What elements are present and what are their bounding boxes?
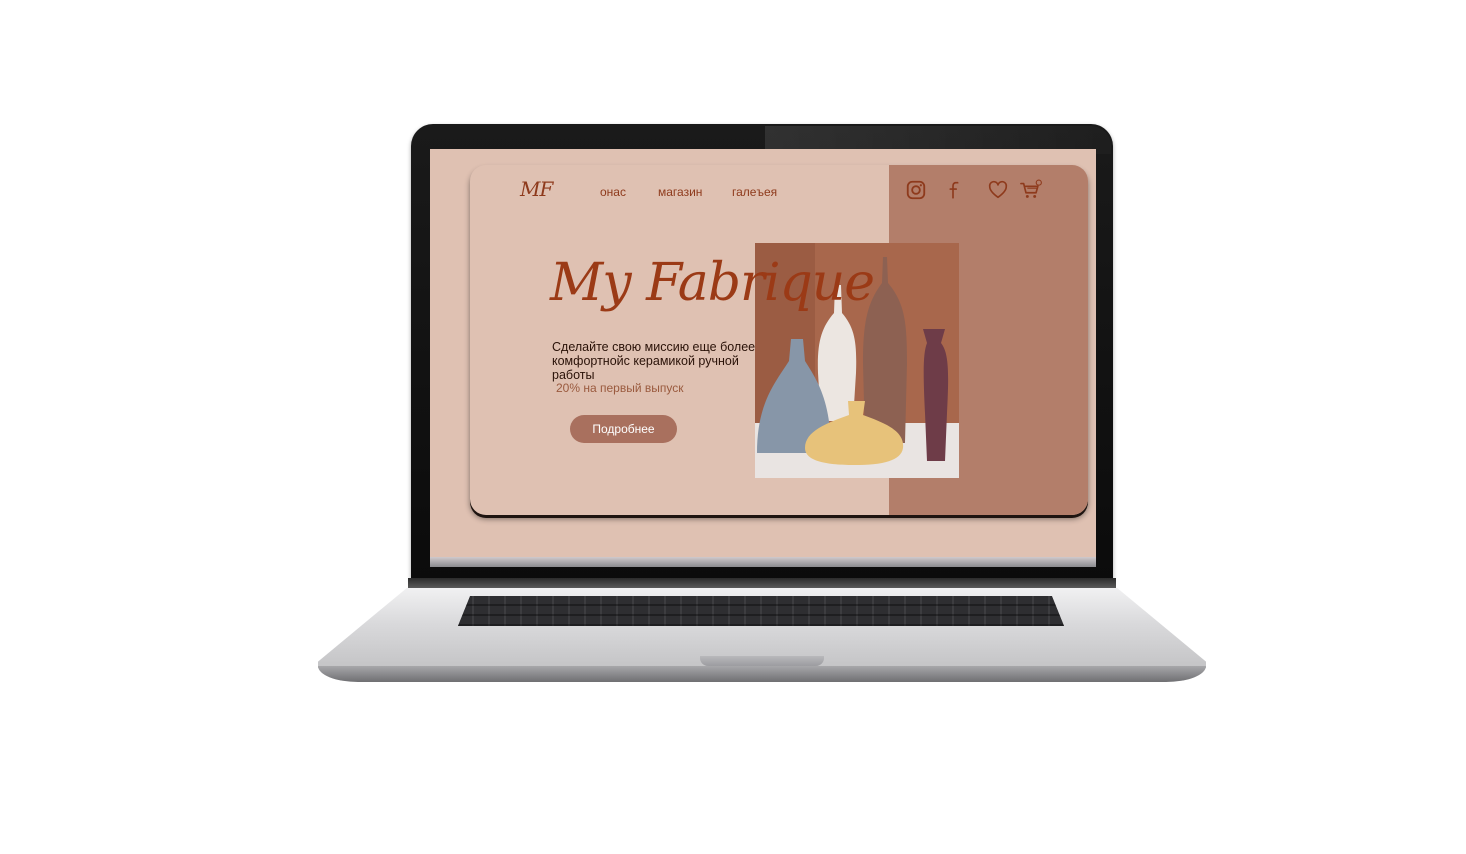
instagram-icon[interactable] xyxy=(905,179,927,201)
site-logo[interactable]: MF xyxy=(520,177,553,201)
laptop-base-lip xyxy=(318,666,1206,682)
hero-subtitle: Сделайте свою миссию еще более комфортно… xyxy=(552,340,756,382)
nav-item-shop[interactable]: магазин xyxy=(658,185,702,199)
keyboard-rows xyxy=(458,596,1064,626)
nav-item-about[interactable]: онас xyxy=(600,185,626,199)
facebook-icon[interactable] xyxy=(942,179,964,201)
laptop-hinge xyxy=(408,578,1116,588)
heart-icon[interactable] xyxy=(987,179,1009,201)
website-card: MF онас магазин галеъея My Fabrique Сдел… xyxy=(470,165,1088,515)
trackpad-notch xyxy=(700,656,824,666)
learn-more-button[interactable]: Подробнее xyxy=(570,415,677,443)
hero-promo: 20% на первый выпуск xyxy=(556,381,684,395)
screen-bottom-edge xyxy=(430,557,1096,567)
hero-title: My Fabrique xyxy=(550,253,875,313)
cart-icon[interactable] xyxy=(1018,179,1044,201)
laptop-screen: MF онас магазин галеъея My Fabrique Сдел… xyxy=(430,149,1096,557)
nav-item-gallery[interactable]: галеъея xyxy=(732,185,777,199)
